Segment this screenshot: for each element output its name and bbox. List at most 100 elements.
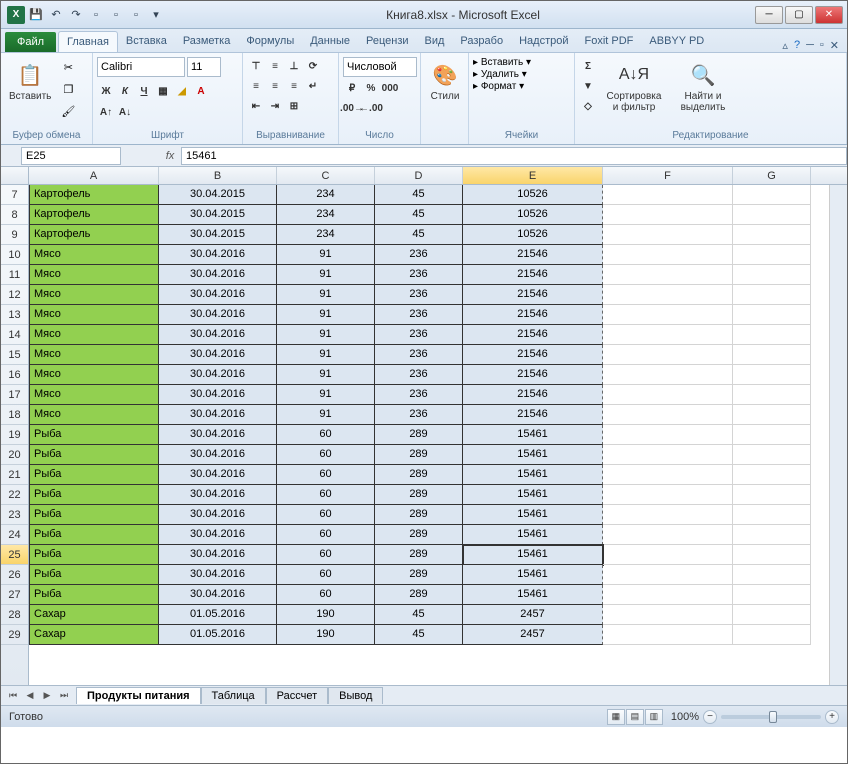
align-bottom-icon[interactable]: ⊥ <box>285 57 303 75</box>
cell-F26[interactable] <box>603 565 733 585</box>
cell-B19[interactable]: 30.04.2016 <box>159 425 277 445</box>
cell-F18[interactable] <box>603 405 733 425</box>
cell-D11[interactable]: 236 <box>375 265 463 285</box>
comma-icon[interactable]: 000 <box>381 79 399 97</box>
cell-G14[interactable] <box>733 325 811 345</box>
align-top-icon[interactable]: ⊤ <box>247 57 265 75</box>
bold-button[interactable]: Ж <box>97 82 115 100</box>
col-header-B[interactable]: B <box>159 167 277 184</box>
delete-cells-button[interactable]: ▸ Удалить ▾ <box>473 69 527 80</box>
fill-color-button[interactable]: ◢ <box>173 82 191 100</box>
cell-D29[interactable]: 45 <box>375 625 463 645</box>
sheet-last-icon[interactable]: ⏭ <box>56 688 72 704</box>
row-header-12[interactable]: 12 <box>1 285 28 305</box>
cell-B21[interactable]: 30.04.2016 <box>159 465 277 485</box>
number-format-combo[interactable]: Числовой <box>343 57 417 77</box>
autosum-icon[interactable]: Σ <box>579 57 597 75</box>
row-header-16[interactable]: 16 <box>1 365 28 385</box>
mdi-close-icon[interactable]: ✕ <box>830 39 839 52</box>
cell-E9[interactable]: 10526 <box>463 225 603 245</box>
cell-E14[interactable]: 21546 <box>463 325 603 345</box>
cell-D7[interactable]: 45 <box>375 185 463 205</box>
sheet-tab-3[interactable]: Вывод <box>328 687 383 704</box>
row-header-17[interactable]: 17 <box>1 385 28 405</box>
cell-G7[interactable] <box>733 185 811 205</box>
fill-icon[interactable]: ▼ <box>579 77 597 95</box>
col-header-G[interactable]: G <box>733 167 811 184</box>
cell-F10[interactable] <box>603 245 733 265</box>
row-header-27[interactable]: 27 <box>1 585 28 605</box>
cell-C18[interactable]: 91 <box>277 405 375 425</box>
cell-B11[interactable]: 30.04.2016 <box>159 265 277 285</box>
cell-F27[interactable] <box>603 585 733 605</box>
cell-D15[interactable]: 236 <box>375 345 463 365</box>
cell-F7[interactable] <box>603 185 733 205</box>
cell-F19[interactable] <box>603 425 733 445</box>
cell-G16[interactable] <box>733 365 811 385</box>
cell-E11[interactable]: 21546 <box>463 265 603 285</box>
cell-E28[interactable]: 2457 <box>463 605 603 625</box>
cell-D18[interactable]: 236 <box>375 405 463 425</box>
styles-button[interactable]: 🎨 Стили <box>425 57 465 104</box>
cell-C10[interactable]: 91 <box>277 245 375 265</box>
row-header-28[interactable]: 28 <box>1 605 28 625</box>
cell-E17[interactable]: 21546 <box>463 385 603 405</box>
cell-D16[interactable]: 236 <box>375 365 463 385</box>
cell-G19[interactable] <box>733 425 811 445</box>
cell-A24[interactable]: Рыба <box>29 525 159 545</box>
cell-B27[interactable]: 30.04.2016 <box>159 585 277 605</box>
cell-D14[interactable]: 236 <box>375 325 463 345</box>
cell-C24[interactable]: 60 <box>277 525 375 545</box>
dec-decimal-icon[interactable]: ←.00 <box>362 99 380 117</box>
cell-C25[interactable]: 60 <box>277 545 375 565</box>
ribbon-tab-7[interactable]: Разрабо <box>452 31 511 52</box>
row-header-21[interactable]: 21 <box>1 465 28 485</box>
cell-B22[interactable]: 30.04.2016 <box>159 485 277 505</box>
grow-font-icon[interactable]: A↑ <box>97 103 115 121</box>
cell-D24[interactable]: 289 <box>375 525 463 545</box>
redo-icon[interactable]: ↷ <box>67 6 85 24</box>
row-header-23[interactable]: 23 <box>1 505 28 525</box>
cell-G8[interactable] <box>733 205 811 225</box>
cell-F13[interactable] <box>603 305 733 325</box>
cell-D12[interactable]: 236 <box>375 285 463 305</box>
align-right-icon[interactable]: ≡ <box>285 77 303 95</box>
cell-F22[interactable] <box>603 485 733 505</box>
row-header-14[interactable]: 14 <box>1 325 28 345</box>
ribbon-tab-3[interactable]: Формулы <box>238 31 302 52</box>
cell-G22[interactable] <box>733 485 811 505</box>
ribbon-tab-9[interactable]: Foxit PDF <box>577 31 642 52</box>
sheet-first-icon[interactable]: ⏮ <box>5 688 21 704</box>
cell-B29[interactable]: 01.05.2016 <box>159 625 277 645</box>
cell-F25[interactable] <box>603 545 733 565</box>
cell-G13[interactable] <box>733 305 811 325</box>
ribbon-tab-8[interactable]: Надстрой <box>511 31 576 52</box>
cell-B18[interactable]: 30.04.2016 <box>159 405 277 425</box>
cell-D26[interactable]: 289 <box>375 565 463 585</box>
cell-F14[interactable] <box>603 325 733 345</box>
zoom-slider[interactable] <box>721 715 821 719</box>
cell-C19[interactable]: 60 <box>277 425 375 445</box>
cell-C12[interactable]: 91 <box>277 285 375 305</box>
paste-button[interactable]: 📋 Вставить <box>5 57 55 104</box>
cell-F29[interactable] <box>603 625 733 645</box>
cell-A11[interactable]: Мясо <box>29 265 159 285</box>
cell-B9[interactable]: 30.04.2015 <box>159 225 277 245</box>
cell-D27[interactable]: 289 <box>375 585 463 605</box>
row-header-11[interactable]: 11 <box>1 265 28 285</box>
font-name-combo[interactable]: Calibri <box>97 57 185 77</box>
ribbon-tab-6[interactable]: Вид <box>417 31 453 52</box>
row-header-26[interactable]: 26 <box>1 565 28 585</box>
cell-D23[interactable]: 289 <box>375 505 463 525</box>
cell-A9[interactable]: Картофель <box>29 225 159 245</box>
cell-B20[interactable]: 30.04.2016 <box>159 445 277 465</box>
cell-B12[interactable]: 30.04.2016 <box>159 285 277 305</box>
cell-G23[interactable] <box>733 505 811 525</box>
shrink-font-icon[interactable]: A↓ <box>116 103 134 121</box>
cell-B17[interactable]: 30.04.2016 <box>159 385 277 405</box>
cell-C8[interactable]: 234 <box>277 205 375 225</box>
help-icon[interactable]: ? <box>794 39 800 52</box>
clear-icon[interactable]: ◇ <box>579 97 597 115</box>
cell-D9[interactable]: 45 <box>375 225 463 245</box>
row-header-7[interactable]: 7 <box>1 185 28 205</box>
